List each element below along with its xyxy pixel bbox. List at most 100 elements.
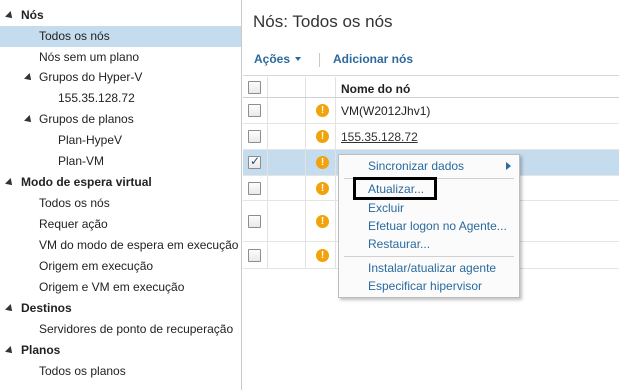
column-divider bbox=[267, 242, 268, 268]
tree-item-label: Plan-VM bbox=[58, 154, 105, 168]
expand-arrow-icon[interactable] bbox=[5, 178, 15, 188]
warning-icon: ! bbox=[316, 182, 329, 195]
tree-item-label: Grupos de planos bbox=[39, 112, 134, 126]
actions-label: Ações bbox=[254, 52, 291, 66]
column-divider bbox=[305, 98, 306, 123]
column-divider bbox=[305, 77, 306, 97]
column-divider bbox=[267, 176, 268, 200]
tree-item-label: Requer ação bbox=[39, 217, 108, 231]
warning-icon: ! bbox=[316, 215, 329, 228]
tree-item-standby-all-nodes[interactable]: Todos os nós bbox=[0, 193, 241, 214]
column-divider bbox=[335, 242, 336, 268]
page-title: Nós: Todos os nós bbox=[253, 12, 393, 31]
tree-group-hyperv[interactable]: Grupos do Hyper-V bbox=[0, 67, 241, 88]
expand-arrow-icon[interactable] bbox=[5, 346, 15, 356]
warning-icon: ! bbox=[316, 130, 329, 143]
tree-item-label: Origem e VM em execução bbox=[39, 280, 185, 294]
menu-separator bbox=[344, 256, 514, 257]
select-all-checkbox[interactable] bbox=[248, 81, 261, 94]
column-divider bbox=[267, 124, 268, 149]
column-divider bbox=[267, 98, 268, 123]
table-row[interactable]: ! VM(W2012Jhv1) bbox=[243, 98, 619, 124]
actions-dropdown-button[interactable]: Ações bbox=[254, 52, 302, 66]
row-checkbox[interactable] bbox=[248, 104, 261, 117]
tree-item-label: Todos os nós bbox=[39, 196, 110, 210]
tree-item-label: 155.35.128.72 bbox=[58, 91, 135, 105]
add-nodes-button[interactable]: Adicionar nós bbox=[333, 52, 413, 66]
expand-arrow-icon[interactable] bbox=[24, 73, 34, 83]
tree-item-label: VM do modo de espera em execução bbox=[39, 238, 239, 252]
tree-item-plan-hypev[interactable]: Plan-HypeV bbox=[0, 130, 241, 151]
warning-icon: ! bbox=[316, 249, 329, 262]
toolbar: Ações Adicionar nós bbox=[243, 44, 619, 76]
tree-item-label: Plan-HypeV bbox=[58, 133, 123, 147]
submenu-arrow-icon bbox=[506, 162, 511, 170]
tree-item-label: Servidores de ponto de recuperação bbox=[39, 322, 234, 336]
tree-section-destinations[interactable]: Destinos bbox=[0, 298, 241, 319]
column-divider bbox=[267, 201, 268, 241]
tree-item-requires-action[interactable]: Requer ação bbox=[0, 214, 241, 235]
menu-item-install-update-agent[interactable]: Instalar/atualizar agente bbox=[339, 259, 519, 277]
menu-item-restore[interactable]: Restaurar... bbox=[339, 235, 519, 253]
tree-section-label: Destinos bbox=[21, 301, 72, 315]
chevron-down-icon bbox=[295, 57, 302, 61]
tree-section-virtual-standby[interactable]: Modo de espera virtual bbox=[0, 172, 241, 193]
tree-item-all-plans[interactable]: Todos os planos bbox=[0, 361, 241, 382]
tree-item-plan-vm[interactable]: Plan-VM bbox=[0, 151, 241, 172]
column-divider bbox=[305, 201, 306, 241]
menu-item-delete[interactable]: Excluir bbox=[339, 199, 519, 217]
menu-item-update[interactable]: Atualizar... bbox=[339, 180, 519, 198]
toolbar-divider bbox=[319, 53, 320, 67]
node-name-cell: VM(W2012Jhv1) bbox=[341, 104, 431, 118]
column-divider bbox=[335, 201, 336, 241]
row-checkbox-checked[interactable] bbox=[248, 154, 261, 169]
warning-icon: ! bbox=[316, 104, 329, 117]
column-divider bbox=[335, 98, 336, 123]
expand-arrow-icon[interactable] bbox=[5, 11, 15, 21]
tree-item-source-running[interactable]: Origem em execução bbox=[0, 256, 241, 277]
column-divider bbox=[267, 150, 268, 175]
tree-section-plans[interactable]: Planos bbox=[0, 340, 241, 361]
column-divider bbox=[305, 242, 306, 268]
menu-item-label: Sincronizar dados bbox=[368, 159, 465, 173]
row-checkbox[interactable] bbox=[248, 215, 261, 228]
tree-item-source-and-vm-running[interactable]: Origem e VM em execução bbox=[0, 277, 241, 298]
column-divider bbox=[267, 77, 268, 97]
node-name-link[interactable]: 155.35.128.72 bbox=[341, 130, 418, 144]
tree-item-all-nodes[interactable]: Todos os nós bbox=[0, 26, 241, 47]
column-divider bbox=[335, 176, 336, 200]
row-checkbox[interactable] bbox=[248, 249, 261, 262]
expand-arrow-icon[interactable] bbox=[5, 304, 15, 314]
table-header: Nome do nó bbox=[243, 77, 619, 98]
tree-section-label: Planos bbox=[21, 343, 61, 357]
menu-item-agent-logon[interactable]: Efetuar logon no Agente... bbox=[339, 217, 519, 235]
tree-item-recovery-point-servers[interactable]: Servidores de ponto de recuperação bbox=[0, 319, 241, 340]
tree-item-hyperv-host[interactable]: 155.35.128.72 bbox=[0, 88, 241, 109]
column-divider bbox=[305, 124, 306, 149]
navigation-tree: Nós Todos os nós Nós sem um plano Grupos… bbox=[0, 0, 242, 390]
expand-arrow-icon[interactable] bbox=[24, 115, 34, 125]
tree-item-label: Todos os nós bbox=[39, 29, 110, 43]
tree-item-label: Origem em execução bbox=[39, 259, 154, 273]
warning-icon: ! bbox=[316, 156, 329, 169]
menu-item-specify-hypervisor[interactable]: Especificar hipervisor bbox=[339, 277, 519, 295]
column-divider bbox=[335, 124, 336, 149]
column-divider bbox=[305, 150, 306, 175]
tree-section-label: Nós bbox=[21, 8, 44, 22]
menu-separator bbox=[344, 178, 514, 179]
context-menu: Sincronizar dados Atualizar... Excluir E… bbox=[338, 154, 520, 298]
row-checkbox[interactable] bbox=[248, 130, 261, 143]
menu-item-sync-data[interactable]: Sincronizar dados bbox=[339, 157, 519, 175]
row-checkbox[interactable] bbox=[248, 182, 261, 195]
column-header-node-name[interactable]: Nome do nó bbox=[341, 82, 410, 96]
tree-section-label: Modo de espera virtual bbox=[21, 175, 152, 189]
tree-item-standby-vm-running[interactable]: VM do modo de espera em execução bbox=[0, 235, 241, 256]
column-divider bbox=[335, 150, 336, 175]
tree-item-label: Grupos do Hyper-V bbox=[39, 70, 143, 84]
tree-item-nodes-without-plan[interactable]: Nós sem um plano bbox=[0, 47, 241, 68]
column-divider bbox=[305, 176, 306, 200]
tree-group-plan-groups[interactable]: Grupos de planos bbox=[0, 109, 241, 130]
tree-section-nodes[interactable]: Nós bbox=[0, 5, 241, 26]
table-row[interactable]: ! 155.35.128.72 bbox=[243, 124, 619, 150]
tree-item-label: Nós sem um plano bbox=[39, 50, 140, 64]
